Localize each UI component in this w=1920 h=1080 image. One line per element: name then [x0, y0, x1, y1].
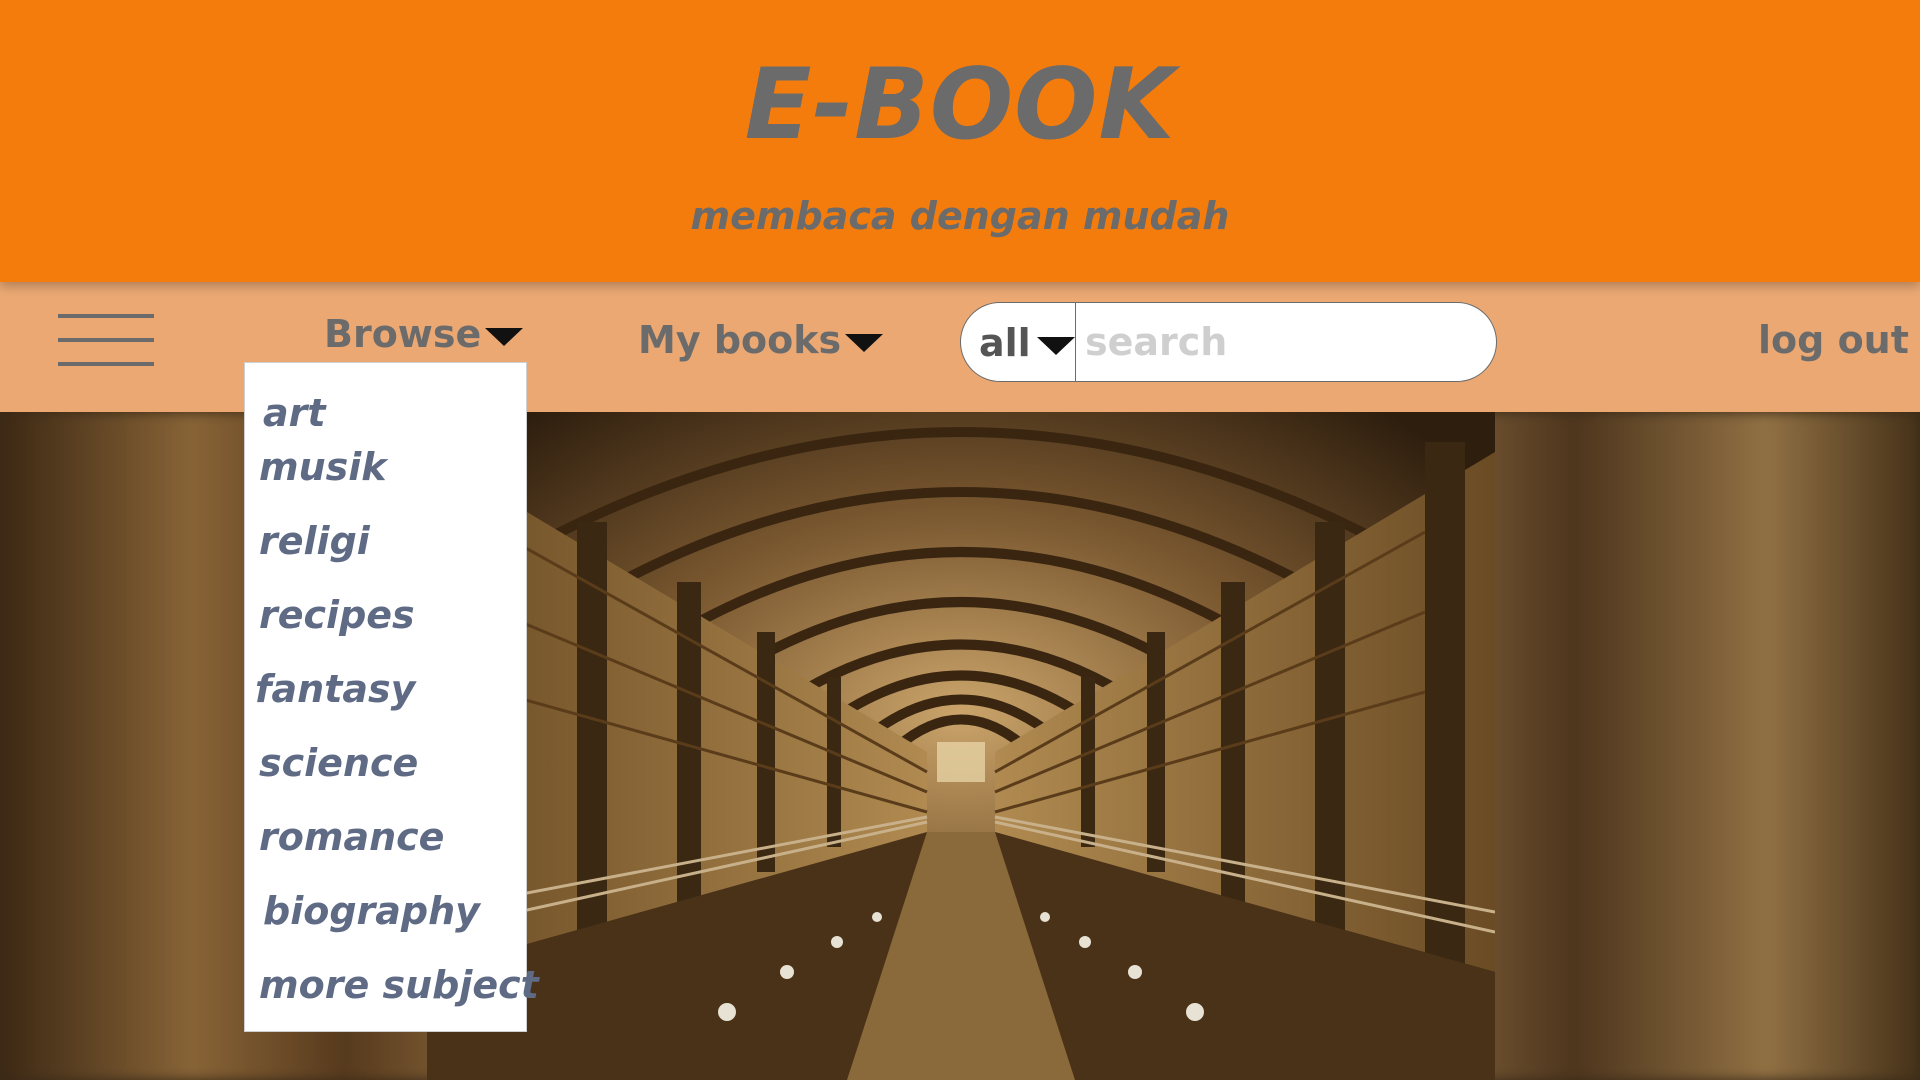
search-scope-select[interactable]: all: [961, 303, 1076, 381]
caret-down-icon: [485, 328, 524, 346]
caret-down-icon: [1036, 337, 1075, 355]
site-header: E-BOOK membaca dengan mudah: [0, 0, 1920, 282]
search-input[interactable]: [1077, 303, 1487, 381]
library-hall-illustration: [427, 412, 1495, 1080]
dropdown-item-more-subject[interactable]: more subject: [259, 963, 539, 1007]
hamburger-line: [58, 314, 154, 318]
logout-link[interactable]: log out: [1758, 318, 1909, 362]
dropdown-item-musik[interactable]: musik: [259, 445, 387, 489]
site-tagline: membaca dengan mudah: [690, 194, 1230, 238]
dropdown-item-religi[interactable]: religi: [259, 519, 370, 563]
my-books-menu-button[interactable]: My books: [638, 318, 884, 362]
library-hall-photo: [427, 412, 1495, 1080]
site-title: E-BOOK: [744, 48, 1176, 162]
dropdown-item-biography[interactable]: biography: [263, 889, 480, 933]
dropdown-item-art[interactable]: art: [263, 391, 326, 435]
dropdown-item-science[interactable]: science: [259, 741, 418, 785]
browse-menu-button[interactable]: Browse: [324, 312, 524, 356]
dropdown-item-romance[interactable]: romance: [259, 815, 444, 859]
my-books-label: My books: [638, 318, 842, 362]
dropdown-item-recipes[interactable]: recipes: [259, 593, 415, 637]
search-scope-value: all: [979, 321, 1031, 365]
hamburger-line: [58, 338, 154, 342]
search-bar: all: [960, 302, 1497, 382]
dropdown-item-fantasy[interactable]: fantasy: [255, 667, 415, 711]
hamburger-line: [58, 362, 154, 366]
hamburger-menu-icon[interactable]: [58, 312, 154, 368]
browse-label: Browse: [324, 312, 482, 356]
browse-dropdown-menu: art musik religi recipes fantasy science…: [244, 362, 539, 1032]
caret-down-icon: [845, 334, 884, 352]
